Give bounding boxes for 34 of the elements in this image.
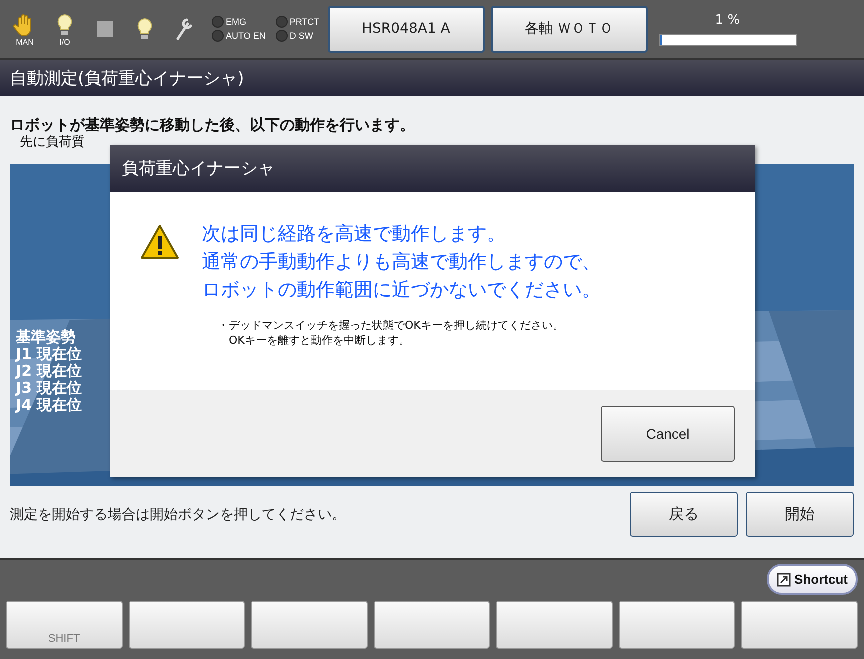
warning-icon: [140, 224, 180, 260]
dialog-title: 負荷重心イナーシャ: [122, 158, 275, 180]
lamp-label: AUTO EN: [226, 31, 266, 41]
function-key[interactable]: [251, 601, 368, 649]
screen-title: 自動測定(負荷重心イナーシャ): [10, 68, 244, 90]
function-key[interactable]: [741, 601, 858, 649]
progress-reading: 1 %: [715, 12, 740, 28]
toolbar-button[interactable]: HSR048A1 A: [328, 6, 485, 52]
function-key[interactable]: [374, 601, 490, 649]
footer-button[interactable]: 戻る: [630, 492, 738, 537]
position-label: J1 現在位: [16, 346, 82, 363]
note-text: OKキーを離すと動作を中断します。: [228, 333, 411, 348]
footer-message: 測定を開始する場合は開始ボタンを押してください。: [10, 506, 346, 524]
cancel-button[interactable]: Cancel: [601, 406, 735, 462]
function-key[interactable]: [128, 601, 246, 649]
position-label: J2 現在位: [16, 363, 82, 380]
warning-message: 次は同じ経路を高速で動作します。 通常の手動動作よりも高速で動作しますので、 ロボットの動作範囲に近づかないでください。: [202, 222, 601, 303]
instruction-text: ロボットが基準姿勢に移動した後、以下の動作を行います。: [10, 116, 416, 134]
toolbar-button[interactable]: 各軸 ＷＯＴＯ: [490, 6, 648, 52]
shortcut-button[interactable]: Shortcut: [766, 564, 858, 595]
lamp-label: EMG: [226, 17, 247, 27]
function-key[interactable]: [496, 601, 613, 649]
footer-button[interactable]: 開始: [746, 492, 854, 537]
instruction-text: 先に負荷質: [19, 134, 86, 152]
position-label: J3 現在位: [16, 380, 82, 397]
icon-label: I/O: [60, 38, 70, 46]
arrow-box-icon: [776, 572, 791, 586]
lamp-label: PRTCT: [290, 17, 320, 27]
note-text: ・デッドマンスイッチを握った状態でOKキーを押し続けてください。: [218, 318, 565, 333]
function-key[interactable]: [618, 601, 736, 649]
icon-label: MAN: [16, 38, 34, 46]
position-label: J4 現在位: [16, 397, 82, 414]
lamp-label: D SW: [290, 31, 314, 41]
position-label: 基準姿勢: [16, 329, 76, 346]
